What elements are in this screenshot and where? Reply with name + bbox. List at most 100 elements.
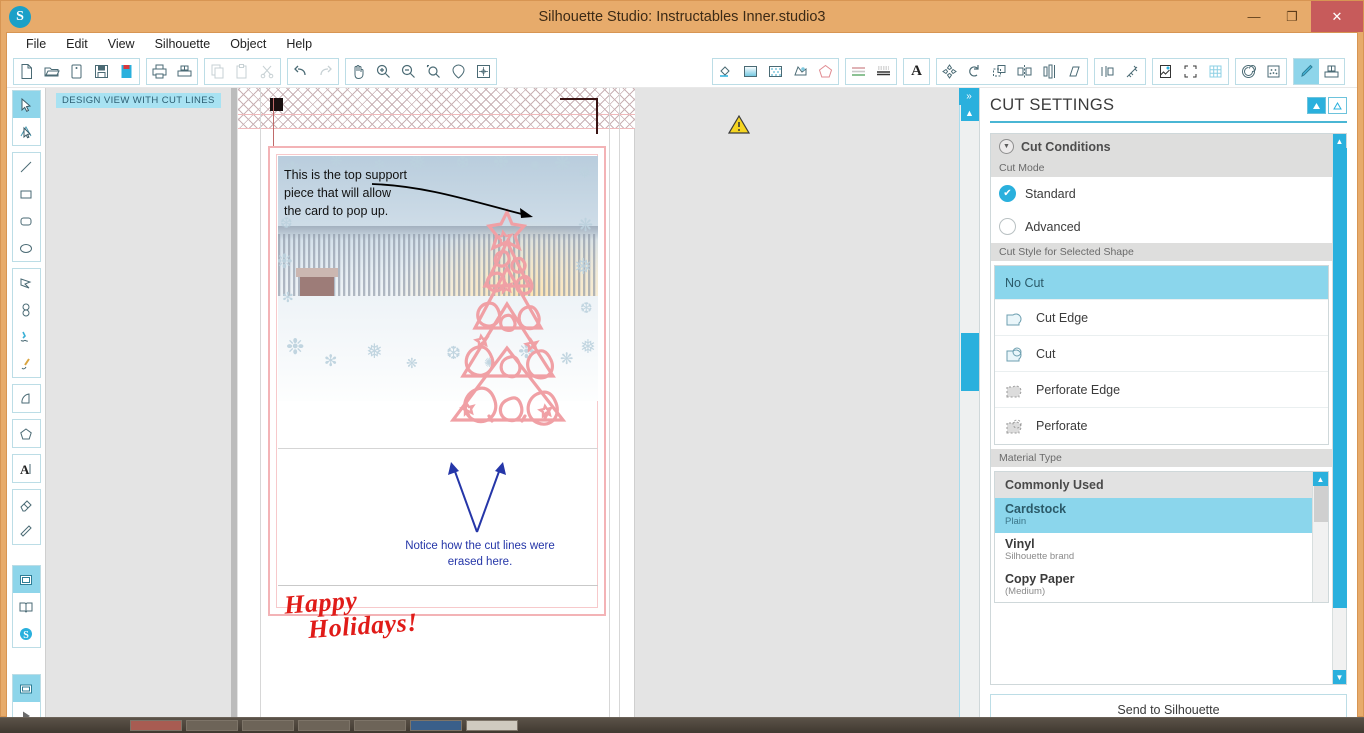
taskbar-item[interactable] xyxy=(186,720,238,731)
scissors-cut-icon[interactable] xyxy=(255,59,280,84)
save-icon[interactable] xyxy=(89,59,114,84)
cut-settings-scrollbar[interactable]: ▲ ▼ xyxy=(1332,134,1346,684)
freehand-tool-icon[interactable] xyxy=(13,323,40,350)
ellipse-tool-icon[interactable] xyxy=(13,234,40,261)
warning-triangle-icon[interactable] xyxy=(728,114,750,136)
smooth-freehand-tool-icon[interactable] xyxy=(13,350,40,377)
vertical-scroll-thumb[interactable] xyxy=(961,333,979,391)
open-from-library-icon[interactable] xyxy=(64,59,89,84)
sketch-marker-icon[interactable] xyxy=(1294,59,1319,84)
line-tool-icon[interactable] xyxy=(13,153,40,180)
taskbar-item[interactable] xyxy=(354,720,406,731)
taskbar-item[interactable] xyxy=(410,720,462,731)
menu-item-silhouette[interactable]: Silhouette xyxy=(146,35,220,53)
select-arrow-icon[interactable] xyxy=(13,91,40,118)
panel-scroll-down-button[interactable]: ▼ xyxy=(1333,670,1346,684)
cut-style-option-perforate-edge[interactable]: Perforate Edge xyxy=(995,372,1328,408)
expand-panel-button[interactable]: » xyxy=(959,88,979,105)
material-item-vinyl[interactable]: Vinyl Silhouette brand xyxy=(995,533,1312,568)
material-scroll-thumb[interactable] xyxy=(1314,486,1328,522)
store-logo-icon[interactable]: S xyxy=(13,620,40,647)
grid-icon[interactable] xyxy=(1203,59,1228,84)
text-style-lines-icon[interactable] xyxy=(871,59,896,84)
paste-icon[interactable] xyxy=(230,59,255,84)
cut-style-option-cut-edge[interactable]: Cut Edge xyxy=(995,300,1328,336)
chevron-down-circle-icon[interactable]: ▼ xyxy=(999,139,1014,154)
panel-scroll-thumb[interactable] xyxy=(1333,148,1347,608)
rotate-icon[interactable] xyxy=(962,59,987,84)
fill-pattern-icon[interactable] xyxy=(763,59,788,84)
rectangle-tool-icon[interactable] xyxy=(13,180,40,207)
taskbar-item[interactable] xyxy=(242,720,294,731)
edit-points-icon[interactable] xyxy=(13,118,40,145)
print-bleed-icon[interactable] xyxy=(1261,59,1286,84)
cut-style-option-perforate[interactable]: Perforate xyxy=(995,408,1328,444)
design-page-icon[interactable] xyxy=(13,566,40,593)
polygon-tool-icon[interactable] xyxy=(13,269,40,296)
menu-item-help[interactable]: Help xyxy=(277,35,321,53)
material-item-copy-paper[interactable]: Copy Paper (Medium) xyxy=(995,568,1312,603)
arc-tool-icon[interactable] xyxy=(13,385,40,412)
cut-mode-advanced-option[interactable]: Advanced xyxy=(991,210,1332,243)
fit-to-page-icon[interactable] xyxy=(446,59,471,84)
print-icon[interactable] xyxy=(147,59,172,84)
canvas-vertical-scrollbar[interactable]: » ▲ ▼ xyxy=(959,88,979,733)
panel-scroll-up-button[interactable]: ▲ xyxy=(1333,134,1346,148)
text-tool-icon[interactable]: A xyxy=(13,455,40,482)
cut-style-option-no-cut[interactable]: No Cut xyxy=(995,266,1328,300)
undo-icon[interactable] xyxy=(288,59,313,84)
radio-advanced-icon[interactable] xyxy=(999,218,1016,235)
cut-send-icon[interactable] xyxy=(172,59,197,84)
zoom-out-icon[interactable] xyxy=(396,59,421,84)
minimize-button[interactable]: — xyxy=(1235,1,1273,32)
curve-tool-icon[interactable] xyxy=(13,296,40,323)
menu-item-object[interactable]: Object xyxy=(221,35,275,53)
cut-conditions-header[interactable]: ▼ Cut Conditions xyxy=(991,134,1332,159)
fill-gradient-icon[interactable] xyxy=(738,59,763,84)
align-icon[interactable] xyxy=(1037,59,1062,84)
zoom-selection-icon[interactable] xyxy=(421,59,446,84)
registration-marks-icon[interactable] xyxy=(1178,59,1203,84)
taskbar-item[interactable] xyxy=(298,720,350,731)
mirror-icon[interactable] xyxy=(1012,59,1037,84)
library-book-icon[interactable] xyxy=(13,593,40,620)
menu-item-view[interactable]: View xyxy=(99,35,144,53)
sketch-pen-lines-icon[interactable] xyxy=(846,59,871,84)
line-color-icon[interactable] xyxy=(788,59,813,84)
menu-item-edit[interactable]: Edit xyxy=(57,35,97,53)
copy-icon[interactable] xyxy=(205,59,230,84)
cut-style-option-cut[interactable]: Cut xyxy=(995,336,1328,372)
eraser-tool-icon[interactable] xyxy=(13,490,40,517)
cut-mode-standard-option[interactable]: ✔ Standard xyxy=(991,177,1332,210)
design-canvas[interactable]: DESIGN VIEW WITH CUT LINES xyxy=(45,88,979,733)
scroll-up-button[interactable]: ▲ xyxy=(961,105,979,121)
radio-standard-icon[interactable]: ✔ xyxy=(999,185,1016,202)
menu-item-file[interactable]: File xyxy=(17,35,55,53)
taskbar-item[interactable] xyxy=(466,720,518,731)
open-document-icon[interactable] xyxy=(39,59,64,84)
maximize-button[interactable]: ❐ xyxy=(1273,1,1311,32)
fill-color-icon[interactable] xyxy=(713,59,738,84)
scale-icon[interactable] xyxy=(987,59,1012,84)
design-view-icon[interactable] xyxy=(13,675,40,702)
send-cut-icon[interactable] xyxy=(1319,59,1344,84)
close-button[interactable]: ✕ xyxy=(1311,1,1363,32)
material-list-scrollbar[interactable]: ▲ xyxy=(1312,472,1328,602)
rounded-rectangle-tool-icon[interactable] xyxy=(13,207,40,234)
save-to-library-icon[interactable] xyxy=(114,59,139,84)
offset-icon[interactable] xyxy=(1095,59,1120,84)
page-setup-icon[interactable] xyxy=(1153,59,1178,84)
new-document-icon[interactable] xyxy=(14,59,39,84)
text-tool-icon[interactable]: A xyxy=(904,59,929,84)
fit-to-window-icon[interactable] xyxy=(471,59,496,84)
trace-fill-icon[interactable] xyxy=(1120,59,1145,84)
regular-polygon-tool-icon[interactable] xyxy=(13,420,40,447)
knife-tool-icon[interactable] xyxy=(13,517,40,544)
pan-hand-icon[interactable] xyxy=(346,59,371,84)
zoom-in-icon[interactable] xyxy=(371,59,396,84)
spiral-nest-icon[interactable] xyxy=(1236,59,1261,84)
material-scroll-up-button[interactable]: ▲ xyxy=(1313,472,1328,486)
material-item-cardstock[interactable]: Cardstock Plain xyxy=(995,498,1312,533)
triangle-up-filled-icon[interactable] xyxy=(1307,97,1326,114)
card-artwork[interactable]: ❉ ❋ ✻ ❅ ❆ ❉ ✺ ❋ ❅ ❆ ❉ ✻ xyxy=(268,146,606,616)
